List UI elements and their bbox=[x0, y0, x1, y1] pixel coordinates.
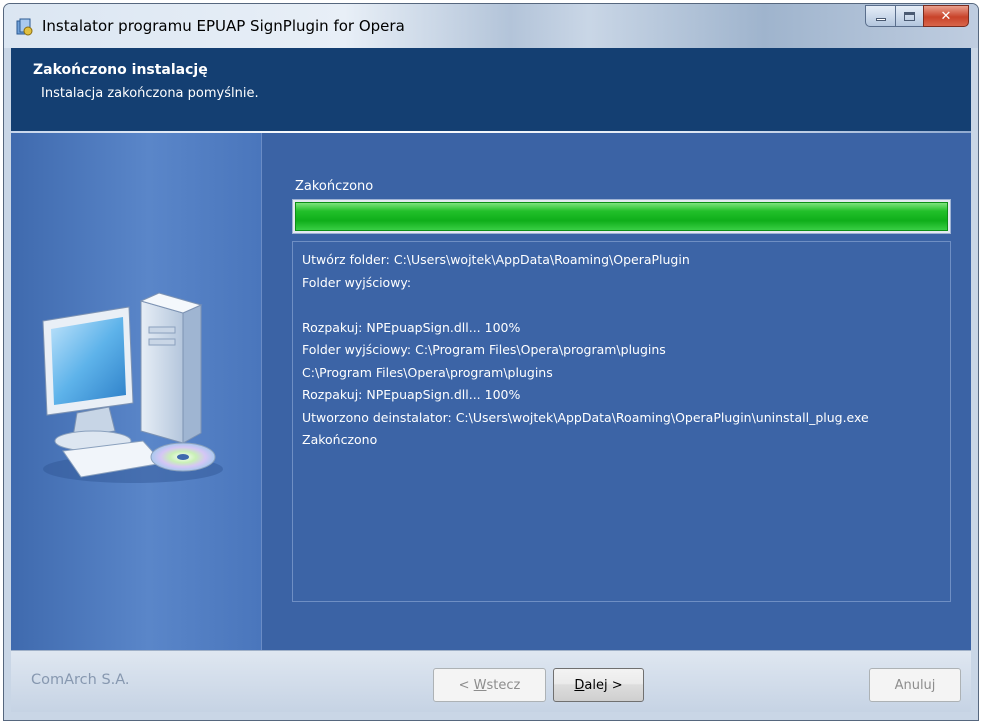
log-line: Folder wyjściowy: C:\Program Files\Opera… bbox=[302, 342, 666, 357]
page-subtitle: Instalacja zakończona pomyślnie. bbox=[41, 86, 259, 101]
back-accelerator: W bbox=[473, 677, 487, 693]
title-bar[interactable]: Instalator programu EPUAP SignPlugin for… bbox=[4, 4, 978, 48]
progress-area: Zakończono Utwórz folder: C:\Users\wojte… bbox=[262, 133, 971, 650]
log-line: Utworzono deinstalator: C:\Users\wojtek\… bbox=[302, 409, 869, 425]
brand-label: ComArch S.A. bbox=[31, 672, 130, 688]
footer-bar: ComArch S.A. < Wstecz Dalej > Anuluj bbox=[11, 650, 971, 712]
minimize-icon bbox=[875, 18, 886, 21]
progress-bar bbox=[292, 199, 951, 234]
log-line: Utwórz folder: C:\Users\wojtek\AppData\R… bbox=[302, 252, 690, 267]
installer-client: Zakończono instalację Instalacja zakończ… bbox=[11, 48, 971, 712]
window-title: Instalator programu EPUAP SignPlugin for… bbox=[42, 17, 405, 35]
maximize-button[interactable] bbox=[895, 5, 923, 27]
installer-icon bbox=[16, 18, 33, 36]
log-line: Rozpakuj: NPEpuapSign.dll... 100% bbox=[302, 387, 521, 402]
back-button[interactable]: < Wstecz bbox=[433, 668, 546, 702]
close-icon: ✕ bbox=[940, 8, 952, 24]
progress-fill bbox=[295, 202, 948, 231]
next-accelerator: D bbox=[574, 677, 585, 693]
status-label: Zakończono bbox=[295, 179, 374, 194]
next-label: alej > bbox=[584, 677, 623, 693]
back-label: stecz bbox=[486, 677, 521, 693]
close-button[interactable]: ✕ bbox=[923, 5, 969, 27]
installer-window: Instalator programu EPUAP SignPlugin for… bbox=[3, 3, 979, 721]
page-header: Zakończono instalację Instalacja zakończ… bbox=[11, 48, 971, 131]
log-line: Folder wyjściowy: bbox=[302, 274, 412, 290]
install-log[interactable]: Utwórz folder: C:\Users\wojtek\AppData\R… bbox=[292, 241, 951, 602]
computer-icon bbox=[42, 292, 223, 483]
window-controls: ✕ bbox=[865, 5, 969, 27]
page-title: Zakończono instalację bbox=[33, 62, 208, 78]
minimize-button[interactable] bbox=[865, 5, 895, 27]
cancel-button[interactable]: Anuluj bbox=[869, 668, 961, 702]
log-line: Rozpakuj: NPEpuapSign.dll... 100% bbox=[302, 319, 521, 335]
maximize-icon bbox=[904, 11, 915, 21]
log-line: C:\Program Files\Opera\program\plugins bbox=[302, 364, 553, 380]
back-prefix: < bbox=[458, 677, 474, 693]
side-image-panel bbox=[11, 133, 261, 650]
log-line: Zakończono bbox=[302, 432, 378, 447]
next-button[interactable]: Dalej > bbox=[553, 668, 644, 702]
